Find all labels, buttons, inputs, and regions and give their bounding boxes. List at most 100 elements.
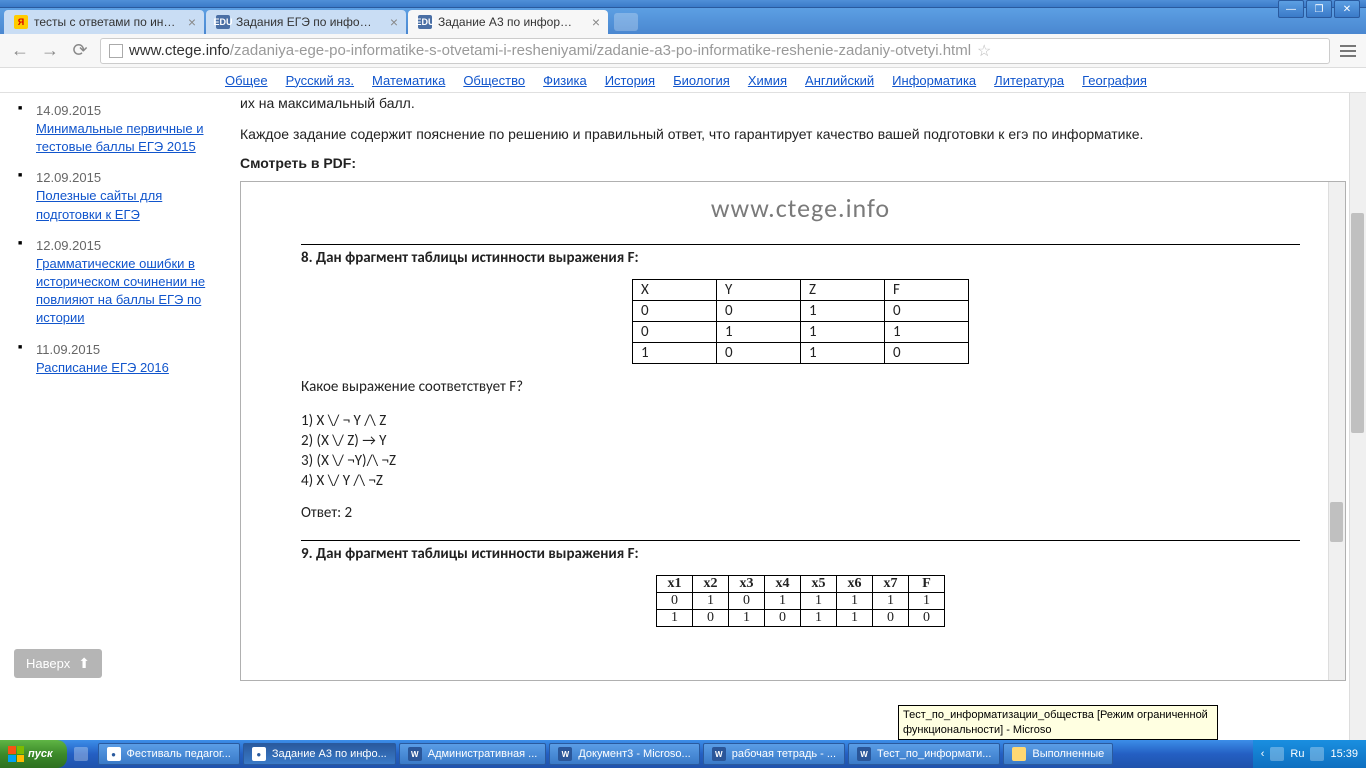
intro-text: Каждое задание содержит пояснение по реш… (240, 124, 1346, 145)
start-button[interactable]: пуск (0, 740, 67, 768)
subject-link[interactable]: Информатика (892, 73, 976, 88)
maximize-button[interactable]: ❐ (1306, 0, 1332, 18)
minimize-button[interactable]: — (1278, 0, 1304, 18)
subject-link[interactable]: Математика (372, 73, 445, 88)
taskbar-item[interactable]: ●Задание А3 по инфо... (243, 743, 396, 765)
quick-launch[interactable] (67, 740, 95, 768)
close-button[interactable]: ✕ (1334, 0, 1360, 18)
task8-table: XYZF 0010 0111 1010 (632, 279, 969, 364)
taskbar-item[interactable]: Wрабочая тетрадь - ... (703, 743, 845, 765)
subject-link[interactable]: География (1082, 73, 1147, 88)
tab-title: Задание А3 по информатик (438, 15, 580, 29)
new-tab-button[interactable] (614, 13, 638, 31)
taskbar-tooltip: Тест_по_информатизации_общества [Режим о… (898, 705, 1218, 740)
task9-table: x1x2x3x4x5x6x7F 01011111 10101100 (656, 575, 945, 627)
subject-link[interactable]: Английский (805, 73, 874, 88)
divider (301, 540, 1300, 541)
task8-options: 1) X \/ ¬ Y /\ Z 2) (X \/ Z) → Y 3) (X \… (301, 412, 1300, 490)
system-tray[interactable]: ‹ Ru 15:39 (1253, 740, 1366, 768)
folder-icon (1012, 747, 1026, 761)
sidebar: 14.09.2015 Минимальные первичные и тесто… (0, 93, 220, 742)
pdf-scrollbar[interactable] (1328, 182, 1345, 680)
url-bar[interactable]: www.ctege.info/zadaniya-ege-po-informati… (100, 38, 1330, 64)
sidebar-link[interactable]: Полезные сайты для подготовки к ЕГЭ (36, 188, 162, 221)
taskbar: пуск ●Фестиваль педагог... ●Задание А3 п… (0, 740, 1366, 768)
forward-button[interactable]: → (40, 40, 60, 61)
tab-close-icon[interactable]: × (390, 14, 398, 30)
favicon-icon: Я (14, 15, 28, 29)
subject-link[interactable]: Физика (543, 73, 587, 88)
back-to-top-button[interactable]: Наверх ⬆ (14, 649, 102, 678)
tab-title: тесты с ответами по инфор (34, 15, 176, 29)
task8-title: 8. Дан фрагмент таблицы истинности выраж… (301, 249, 1300, 267)
tray-chevron-icon[interactable]: ‹ (1261, 748, 1265, 760)
browser-tab-2[interactable]: EDU Задание А3 по информатик × (408, 10, 608, 34)
taskbar-item[interactable]: Выполненные (1003, 743, 1113, 765)
chrome-icon: ● (252, 747, 266, 761)
word-icon: W (408, 747, 422, 761)
subject-link[interactable]: Общее (225, 73, 268, 88)
sidebar-link[interactable]: Грамматические ошибки в историческом соч… (36, 256, 205, 326)
sidebar-date: 12.09.2015 (36, 238, 208, 253)
windows-logo-icon (8, 746, 24, 762)
sidebar-item: 11.09.2015 Расписание ЕГЭ 2016 (18, 342, 208, 377)
url-text: www.ctege.info/zadaniya-ege-po-informati… (129, 42, 971, 59)
sidebar-date: 12.09.2015 (36, 170, 208, 185)
window-controls: — ❐ ✕ (1278, 0, 1360, 18)
subject-link[interactable]: Биология (673, 73, 730, 88)
tab-title: Задания ЕГЭ по информат (236, 15, 378, 29)
page-scroll-thumb[interactable] (1351, 213, 1364, 433)
window-titlebar (0, 0, 1366, 8)
taskbar-item[interactable]: WДокумент3 - Microso... (549, 743, 699, 765)
tab-close-icon[interactable]: × (592, 14, 600, 30)
back-button[interactable]: ← (10, 40, 30, 61)
browser-tabs: Я тесты с ответами по инфор × EDU Задани… (0, 8, 1366, 34)
favicon-icon: EDU (418, 15, 432, 29)
sidebar-item: 14.09.2015 Минимальные первичные и тесто… (18, 103, 208, 156)
chrome-menu-icon[interactable] (1340, 45, 1356, 57)
subject-link[interactable]: Литература (994, 73, 1064, 88)
clock[interactable]: 15:39 (1330, 748, 1358, 760)
browser-toolbar: ← → ⟳ www.ctege.info/zadaniya-ege-po-inf… (0, 34, 1366, 68)
subject-link[interactable]: Общество (463, 73, 525, 88)
page-icon (109, 44, 123, 58)
taskbar-item[interactable]: WАдминистративная ... (399, 743, 547, 765)
subject-link[interactable]: Русский яз. (286, 73, 354, 88)
start-label: пуск (28, 748, 53, 760)
browser-tab-0[interactable]: Я тесты с ответами по инфор × (4, 10, 204, 34)
pdf-viewer[interactable]: www.ctege.info 8. Дан фрагмент таблицы и… (240, 181, 1346, 681)
subject-link[interactable]: История (605, 73, 655, 88)
reload-button[interactable]: ⟳ (70, 40, 90, 61)
word-icon: W (857, 747, 871, 761)
browser-tab-1[interactable]: EDU Задания ЕГЭ по информат × (206, 10, 406, 34)
tray-icon[interactable] (1270, 747, 1284, 761)
main-content: их на максимальный балл. Каждое задание … (220, 93, 1366, 742)
task8-answer: Ответ: 2 (301, 504, 1300, 522)
tray-icon[interactable] (1310, 747, 1324, 761)
tab-close-icon[interactable]: × (188, 14, 196, 30)
pdf-scroll-thumb[interactable] (1330, 502, 1343, 542)
pdf-label: Смотреть в PDF: (240, 155, 1346, 171)
language-indicator[interactable]: Ru (1290, 748, 1304, 760)
task9-title: 9. Дан фрагмент таблицы истинности выраж… (301, 545, 1300, 563)
back-to-top-label: Наверх (26, 656, 70, 671)
intro-tail: их на максимальный балл. (240, 93, 1346, 114)
page-scrollbar[interactable] (1349, 93, 1366, 742)
pdf-brand: www.ctege.info (301, 192, 1300, 224)
sidebar-item: 12.09.2015 Полезные сайты для подготовки… (18, 170, 208, 223)
subject-link[interactable]: Химия (748, 73, 787, 88)
taskbar-item[interactable]: WТест_по_информати... (848, 743, 1000, 765)
sidebar-date: 14.09.2015 (36, 103, 208, 118)
favicon-icon: EDU (216, 15, 230, 29)
bookmark-star-icon[interactable]: ☆ (977, 41, 991, 61)
word-icon: W (712, 747, 726, 761)
divider (301, 244, 1300, 245)
chrome-icon: ● (107, 747, 121, 761)
sidebar-link[interactable]: Минимальные первичные и тестовые баллы Е… (36, 121, 204, 154)
sidebar-item: 12.09.2015 Грамматические ошибки в истор… (18, 238, 208, 328)
arrow-up-icon: ⬆ (78, 655, 90, 672)
taskbar-item[interactable]: ●Фестиваль педагог... (98, 743, 240, 765)
task8-question: Какое выражение соответствует F? (301, 378, 1300, 396)
subject-nav: Общее Русский яз. Математика Общество Фи… (0, 68, 1366, 93)
sidebar-link[interactable]: Расписание ЕГЭ 2016 (36, 360, 169, 375)
